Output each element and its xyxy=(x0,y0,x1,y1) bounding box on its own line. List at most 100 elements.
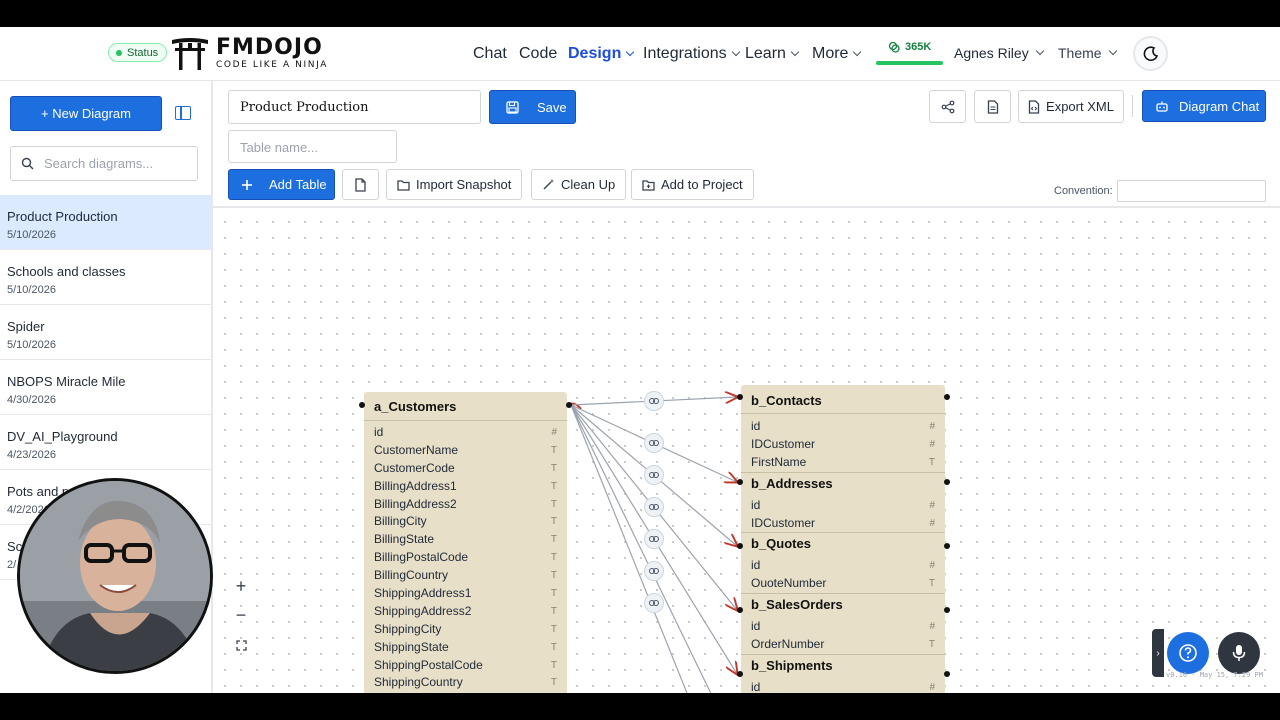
table-header[interactable]: b_Shipments xyxy=(741,655,945,675)
status-dot-icon xyxy=(116,49,122,56)
diagram-list-item[interactable]: Spider 5/10/2026 xyxy=(0,305,211,360)
diagram-list-item[interactable]: DV_AI_Playground 4/23/2026 xyxy=(0,415,211,470)
table-field-row[interactable]: ShippingCountry T xyxy=(364,674,567,692)
link-icon[interactable] xyxy=(644,465,664,485)
table-field-row[interactable]: id # xyxy=(364,424,567,442)
diagram-list-item[interactable]: NBOPS Miracle Mile 4/30/2026 xyxy=(0,360,211,415)
export-xml-button[interactable]: Export XML xyxy=(1018,90,1124,123)
table-field-row[interactable]: ShippingState T xyxy=(364,639,567,657)
status-badge[interactable]: Status xyxy=(108,43,168,62)
table-b-addresses[interactable]: b_Addresses id # IDCustomer # xyxy=(741,471,945,533)
connector-handle[interactable] xyxy=(944,607,950,613)
credits-indicator[interactable]: 365K xyxy=(876,41,931,53)
search-diagrams-input[interactable]: Search diagrams... xyxy=(10,146,198,181)
table-field-row[interactable]: ShippingPostalCode T xyxy=(364,657,567,675)
user-menu[interactable]: Agnes Riley xyxy=(954,45,1044,61)
fit-view-button[interactable] xyxy=(229,633,253,657)
table-b-quotes[interactable]: b_Quotes id # OuoteNumber T xyxy=(741,532,945,593)
table-field-row[interactable]: ShippingAddress2 T xyxy=(364,603,567,621)
dark-mode-toggle[interactable] xyxy=(1133,36,1168,71)
connector-handle[interactable] xyxy=(944,671,950,677)
table-field-row[interactable]: ShippingCity T xyxy=(364,621,567,639)
add-to-project-button[interactable]: Add to Project xyxy=(631,169,754,200)
table-field-row[interactable]: id # xyxy=(741,418,945,436)
nav-chat[interactable]: Chat xyxy=(473,45,507,63)
table-a-customers[interactable]: a_Customers id # CustomerName T CustomerCode… xyxy=(364,392,567,693)
import-snapshot-button[interactable]: Import Snapshot xyxy=(386,169,523,200)
field-type-indicator: T xyxy=(928,639,935,651)
help-button[interactable] xyxy=(1167,632,1209,674)
table-field-row[interactable]: BillingState T xyxy=(364,531,567,549)
connector-handle[interactable] xyxy=(737,543,743,549)
table-field-row[interactable]: BillingCountry T xyxy=(364,567,567,585)
theme-menu[interactable]: Theme xyxy=(1058,45,1117,61)
link-icon[interactable] xyxy=(644,497,664,517)
diagram-chat-button[interactable]: Diagram Chat xyxy=(1142,90,1266,122)
diagram-list-item[interactable]: Schools and classes 5/10/2026 xyxy=(0,250,211,305)
nav-more[interactable]: More xyxy=(812,45,862,63)
link-icon[interactable] xyxy=(644,593,664,613)
table-header[interactable]: b_Contacts xyxy=(741,385,945,414)
connector-handle[interactable] xyxy=(944,394,950,400)
table-field-row[interactable]: id # xyxy=(741,497,945,515)
connector-handle[interactable] xyxy=(944,543,950,549)
save-button[interactable]: Save xyxy=(489,90,576,124)
table-field-row[interactable]: MainPhoneT xyxy=(364,692,567,693)
connector-handle[interactable] xyxy=(737,671,743,677)
table-b-salesorders[interactable]: b_SalesOrders id # OrderNumber T xyxy=(741,593,945,654)
link-icon[interactable] xyxy=(644,391,664,411)
microphone-button[interactable] xyxy=(1218,632,1260,674)
convention-input[interactable] xyxy=(1117,180,1266,202)
logo[interactable]: FMDOJO CODE LIKE A NINJA xyxy=(170,35,328,71)
nav-integrations[interactable]: Integrations xyxy=(643,45,740,63)
connector-handle[interactable] xyxy=(359,402,365,408)
table-field-row[interactable]: FirstName T xyxy=(741,454,945,472)
nav-learn[interactable]: Learn xyxy=(745,45,800,63)
search-placeholder: Search diagrams... xyxy=(44,156,154,171)
connector-handle[interactable] xyxy=(737,479,743,485)
diagram-list-item[interactable]: Product Production 5/10/2026 xyxy=(0,195,211,250)
connector-handle[interactable] xyxy=(737,394,743,400)
table-field-row[interactable]: BillingCity T xyxy=(364,513,567,531)
table-field-row[interactable]: OrderNumber T xyxy=(741,636,945,654)
table-b-shipments[interactable]: b_Shipmentsid#ShipmentNumberT xyxy=(741,654,945,693)
zoom-out-button[interactable]: − xyxy=(229,603,253,627)
zoom-in-button[interactable]: + xyxy=(229,574,253,598)
diagram-canvas[interactable]: a_Customers id # CustomerName T CustomerCode… xyxy=(213,208,1280,693)
new-document-button[interactable] xyxy=(342,169,379,200)
add-table-button[interactable]: Add Table xyxy=(228,169,335,200)
table-field-row[interactable]: OuoteNumber T xyxy=(741,575,945,593)
table-header[interactable]: b_Quotes xyxy=(741,533,945,553)
table-field-row[interactable]: CustomerName T xyxy=(364,442,567,460)
connector-handle[interactable] xyxy=(944,479,950,485)
connector-handle[interactable] xyxy=(566,402,572,408)
nav-design[interactable]: Design xyxy=(568,45,635,63)
table-field-row[interactable]: BillingAddress2 T xyxy=(364,496,567,514)
table-field-row[interactable]: IDCustomer # xyxy=(741,515,945,533)
table-b-contacts[interactable]: b_Contacts id # IDCustomer # FirstName T xyxy=(741,385,945,472)
table-field-row[interactable]: id # xyxy=(741,557,945,575)
table-field-row[interactable]: BillingPostalCode T xyxy=(364,549,567,567)
table-field-row[interactable]: BillingAddress1 T xyxy=(364,478,567,496)
collapse-panel-button[interactable]: › xyxy=(1152,629,1164,677)
table-field-row[interactable]: CustomerCode T xyxy=(364,460,567,478)
nav-code[interactable]: Code xyxy=(519,45,557,63)
link-icon[interactable] xyxy=(644,433,664,453)
table-name-input[interactable]: Table name... xyxy=(228,130,397,163)
sidebar-toggle-icon[interactable] xyxy=(175,106,191,120)
new-diagram-button[interactable]: + New Diagram xyxy=(10,96,162,131)
table-header[interactable]: a_Customers xyxy=(364,392,567,421)
table-field-row[interactable]: ShippingAddress1 T xyxy=(364,585,567,603)
connector-handle[interactable] xyxy=(737,607,743,613)
document-text-button[interactable] xyxy=(974,90,1011,123)
table-field-row[interactable]: IDCustomer # xyxy=(741,436,945,454)
table-field-row[interactable]: id # xyxy=(741,618,945,636)
share-button[interactable] xyxy=(929,90,966,123)
link-icon[interactable] xyxy=(644,529,664,549)
table-header[interactable]: b_SalesOrders xyxy=(741,594,945,614)
table-header[interactable]: b_Addresses xyxy=(741,473,945,493)
clean-up-button[interactable]: Clean Up xyxy=(531,169,627,200)
table-field-row[interactable]: id # xyxy=(741,679,945,693)
link-icon[interactable] xyxy=(644,561,664,581)
diagram-name-input[interactable]: Product Production xyxy=(228,90,481,124)
